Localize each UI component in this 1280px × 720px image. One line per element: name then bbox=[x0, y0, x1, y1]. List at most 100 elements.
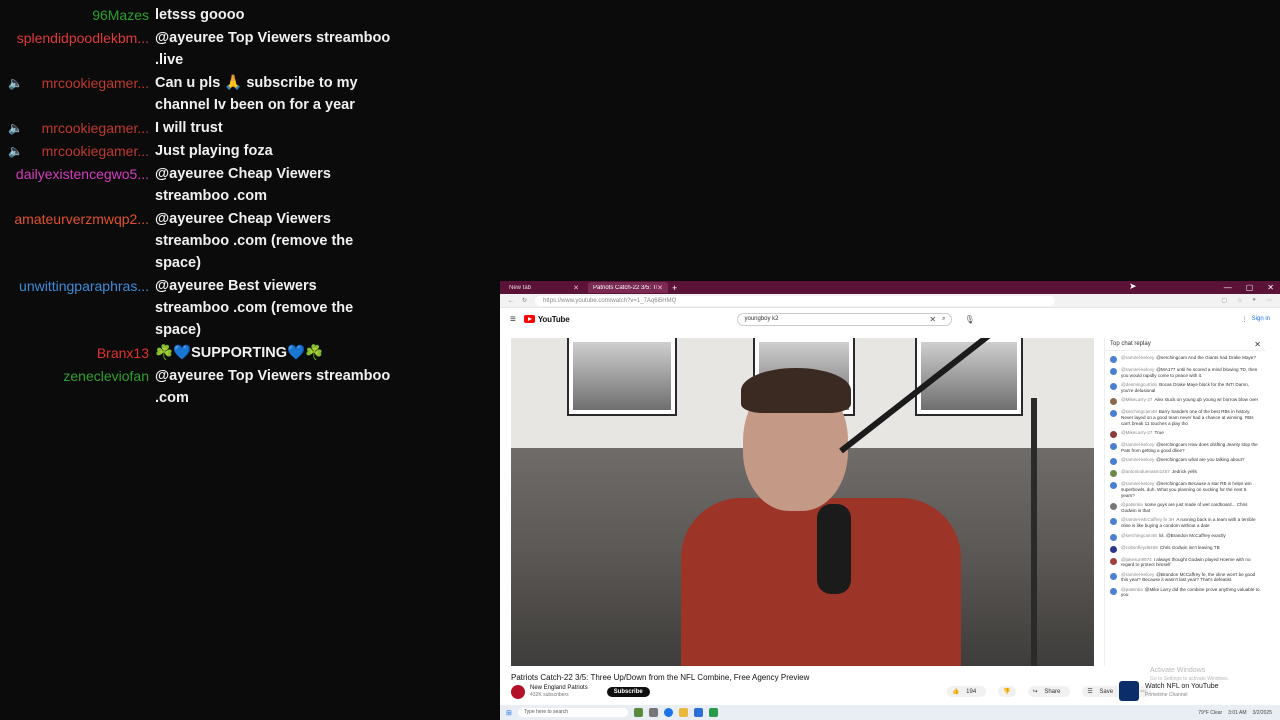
hamburger-menu-icon[interactable]: ≡ bbox=[510, 314, 516, 325]
start-icon[interactable]: ⊞ bbox=[506, 709, 512, 717]
microphone-icon[interactable]: 🎙 bbox=[964, 315, 974, 324]
clock-time[interactable]: 3:01 AM bbox=[1228, 710, 1246, 716]
avatar[interactable] bbox=[1110, 572, 1117, 580]
new-tab-button[interactable]: + bbox=[672, 283, 677, 293]
chat-message-text: ☘️💙SUPPORTING💙☘️ bbox=[155, 345, 324, 361]
close-chat-icon[interactable]: ✕ bbox=[1254, 340, 1261, 349]
channel-avatar[interactable] bbox=[511, 685, 525, 699]
avatar[interactable] bbox=[1110, 356, 1117, 363]
chat-replay-author[interactable]: @ramirel-kelcey bbox=[1121, 572, 1154, 577]
file-explorer-icon[interactable] bbox=[678, 708, 688, 717]
chat-username[interactable]: amateurverzmwqp2... bbox=[0, 208, 155, 230]
chat-message: 🔈 mrcookiegamer... Can u pls 🙏 subscribe t… bbox=[0, 72, 400, 116]
nfl-promo[interactable]: Watch NFL on YouTube Primetime Channel bbox=[1119, 681, 1219, 701]
save-button[interactable]: ☰ Save bbox=[1082, 686, 1124, 697]
chat-replay-body: @ramirel-kelcey @Brandon McCaffrey fe, th… bbox=[1121, 572, 1261, 583]
settings-dots-icon[interactable]: ⋮ bbox=[1242, 316, 1248, 323]
reload-icon[interactable]: ↻ bbox=[522, 297, 527, 304]
edge-icon[interactable] bbox=[663, 708, 673, 717]
minimize-icon[interactable]: — bbox=[1224, 283, 1232, 292]
chat-message: 96Mazes letsss goooo bbox=[0, 4, 400, 26]
chat-replay-message: @serchingcam48 Barry Sanders one of the b… bbox=[1105, 409, 1266, 426]
task-view-icon[interactable] bbox=[648, 708, 658, 717]
more-icon[interactable]: ⋯ bbox=[1266, 297, 1272, 304]
clear-search-icon[interactable]: ✕ bbox=[929, 315, 936, 324]
back-icon[interactable]: ← bbox=[508, 298, 514, 304]
avatar[interactable] bbox=[1110, 545, 1117, 553]
avatar[interactable] bbox=[1110, 431, 1117, 439]
close-window-icon[interactable]: ✕ bbox=[1267, 283, 1274, 292]
chat-username[interactable]: 🔈 mrcookiegamer... bbox=[0, 140, 155, 162]
taskbar-app-icon[interactable] bbox=[708, 708, 718, 717]
chat-replay-author[interactable]: @ramirel-kelcey bbox=[1121, 457, 1154, 462]
avatar[interactable] bbox=[1110, 503, 1117, 511]
close-icon[interactable]: ✕ bbox=[657, 284, 663, 292]
chat-replay-author[interactable]: @serchingcam48 bbox=[1121, 533, 1157, 538]
tab-youtube-video[interactable]: Patriots Catch-22 3/5: Three ✕ bbox=[588, 282, 668, 293]
avatar[interactable] bbox=[1110, 383, 1117, 391]
avatar[interactable] bbox=[1110, 410, 1117, 418]
chat-replay-author[interactable]: @coltonfleyd6469 bbox=[1121, 545, 1158, 550]
chat-replay-author[interactable]: @ramirel-kelcey bbox=[1121, 442, 1154, 447]
chat-replay-author[interactable]: @patsintia bbox=[1121, 587, 1143, 592]
extensions-icon[interactable]: ▢ bbox=[1221, 297, 1227, 304]
chat-replay-author[interactable]: @ramirel-kelcey bbox=[1121, 367, 1154, 372]
chat-username[interactable]: zenecleviofan bbox=[0, 365, 155, 387]
avatar[interactable] bbox=[1110, 482, 1117, 490]
avatar[interactable] bbox=[1110, 518, 1117, 526]
chat-mode-dropdown[interactable]: Top chat replay bbox=[1110, 341, 1151, 347]
clock-date[interactable]: 3/2/2025 bbox=[1253, 710, 1272, 716]
chat-message-text: letsss goooo bbox=[155, 7, 245, 23]
chat-replay-text: lol, @Brandon McCaffrey exactly bbox=[1158, 532, 1226, 538]
chat-username[interactable]: Branx13 bbox=[0, 342, 155, 364]
dislike-button[interactable]: 👎 bbox=[998, 686, 1016, 697]
chat-username[interactable]: 🔈 mrcookiegamer... bbox=[0, 117, 155, 139]
chat-replay-author[interactable]: @ramirel-McCaffrey fe 3H bbox=[1121, 517, 1174, 522]
favorite-icon[interactable]: ☆ bbox=[1237, 297, 1242, 304]
youtube-logo[interactable]: YouTube bbox=[523, 315, 570, 324]
chat-replay-author[interactable]: @serchingcam48 bbox=[1121, 409, 1157, 414]
taskbar-app-icon[interactable] bbox=[633, 708, 643, 717]
windows-taskbar: ⊞ Type here to search 79°F Clear 3:01 AM… bbox=[500, 705, 1280, 720]
avatar[interactable] bbox=[1110, 443, 1117, 451]
channel-name[interactable]: New England Patriots bbox=[530, 685, 588, 692]
chat-username[interactable]: splendidpoodlekbm... bbox=[0, 27, 155, 49]
taskbar-search-input[interactable]: Type here to search bbox=[517, 708, 628, 717]
chat-replay-author[interactable]: @ramirel-kelcey bbox=[1121, 481, 1154, 486]
avatar[interactable] bbox=[1110, 557, 1117, 565]
maximize-icon[interactable]: ▢ bbox=[1246, 283, 1254, 292]
weather-label[interactable]: 79°F Clear bbox=[1198, 710, 1222, 716]
chat-replay-author[interactable]: @desmingcurrido bbox=[1121, 382, 1157, 387]
chat-username[interactable]: dailyexistencegwo5... bbox=[0, 163, 155, 185]
chat-replay-message: @ramirel-kelcey @MA177 until he scored a … bbox=[1105, 367, 1266, 378]
chat-replay-author[interactable]: @patsintia bbox=[1121, 502, 1143, 507]
profile-icon[interactable]: ● bbox=[1252, 297, 1256, 304]
avatar[interactable] bbox=[1110, 587, 1117, 595]
chat-replay-message: @ramirel-McCaffrey fe 3H A running back i… bbox=[1105, 517, 1266, 528]
chat-replay-author[interactable]: @antonioduenasm1457 bbox=[1121, 469, 1170, 474]
chat-replay-body: @coltonfleyd6469 Chris Godwin isn't leavi… bbox=[1121, 545, 1220, 553]
close-icon[interactable]: ✕ bbox=[573, 284, 579, 292]
store-icon[interactable] bbox=[693, 708, 703, 717]
video-player[interactable] bbox=[511, 338, 1094, 666]
search-icon[interactable]: ⌕ bbox=[942, 316, 945, 323]
chat-replay-author[interactable]: @ramirel-kelcey bbox=[1121, 355, 1154, 360]
search-input[interactable]: youngboy k2 ✕ ⌕ bbox=[737, 312, 953, 326]
subscribe-button[interactable]: Subscribe bbox=[606, 687, 650, 697]
avatar[interactable] bbox=[1110, 398, 1117, 406]
tab-new-tab[interactable]: New tab ✕ bbox=[504, 282, 584, 293]
sign-in-button[interactable]: ⋮ Sign in bbox=[1242, 316, 1270, 323]
avatar[interactable] bbox=[1110, 533, 1117, 541]
chat-replay-author[interactable]: @MikeLarry-27 bbox=[1121, 397, 1152, 402]
chat-username[interactable]: 🔈 mrcookiegamer... bbox=[0, 72, 155, 94]
like-button[interactable]: 👍 194 bbox=[947, 686, 987, 697]
url-field[interactable]: https://www.youtube.com/watch?v=1_7Aq6i5… bbox=[535, 295, 1056, 306]
chat-replay-author[interactable]: @jakesun9974 bbox=[1121, 557, 1152, 562]
avatar[interactable] bbox=[1110, 368, 1117, 375]
avatar[interactable] bbox=[1110, 470, 1117, 478]
avatar[interactable] bbox=[1110, 458, 1117, 466]
chat-replay-author[interactable]: @MikeLarry-27 bbox=[1121, 430, 1152, 435]
chat-username[interactable]: 96Mazes bbox=[0, 4, 155, 26]
share-button[interactable]: ↪ Share bbox=[1027, 686, 1071, 697]
chat-username[interactable]: unwittingparaphras... bbox=[0, 275, 155, 297]
